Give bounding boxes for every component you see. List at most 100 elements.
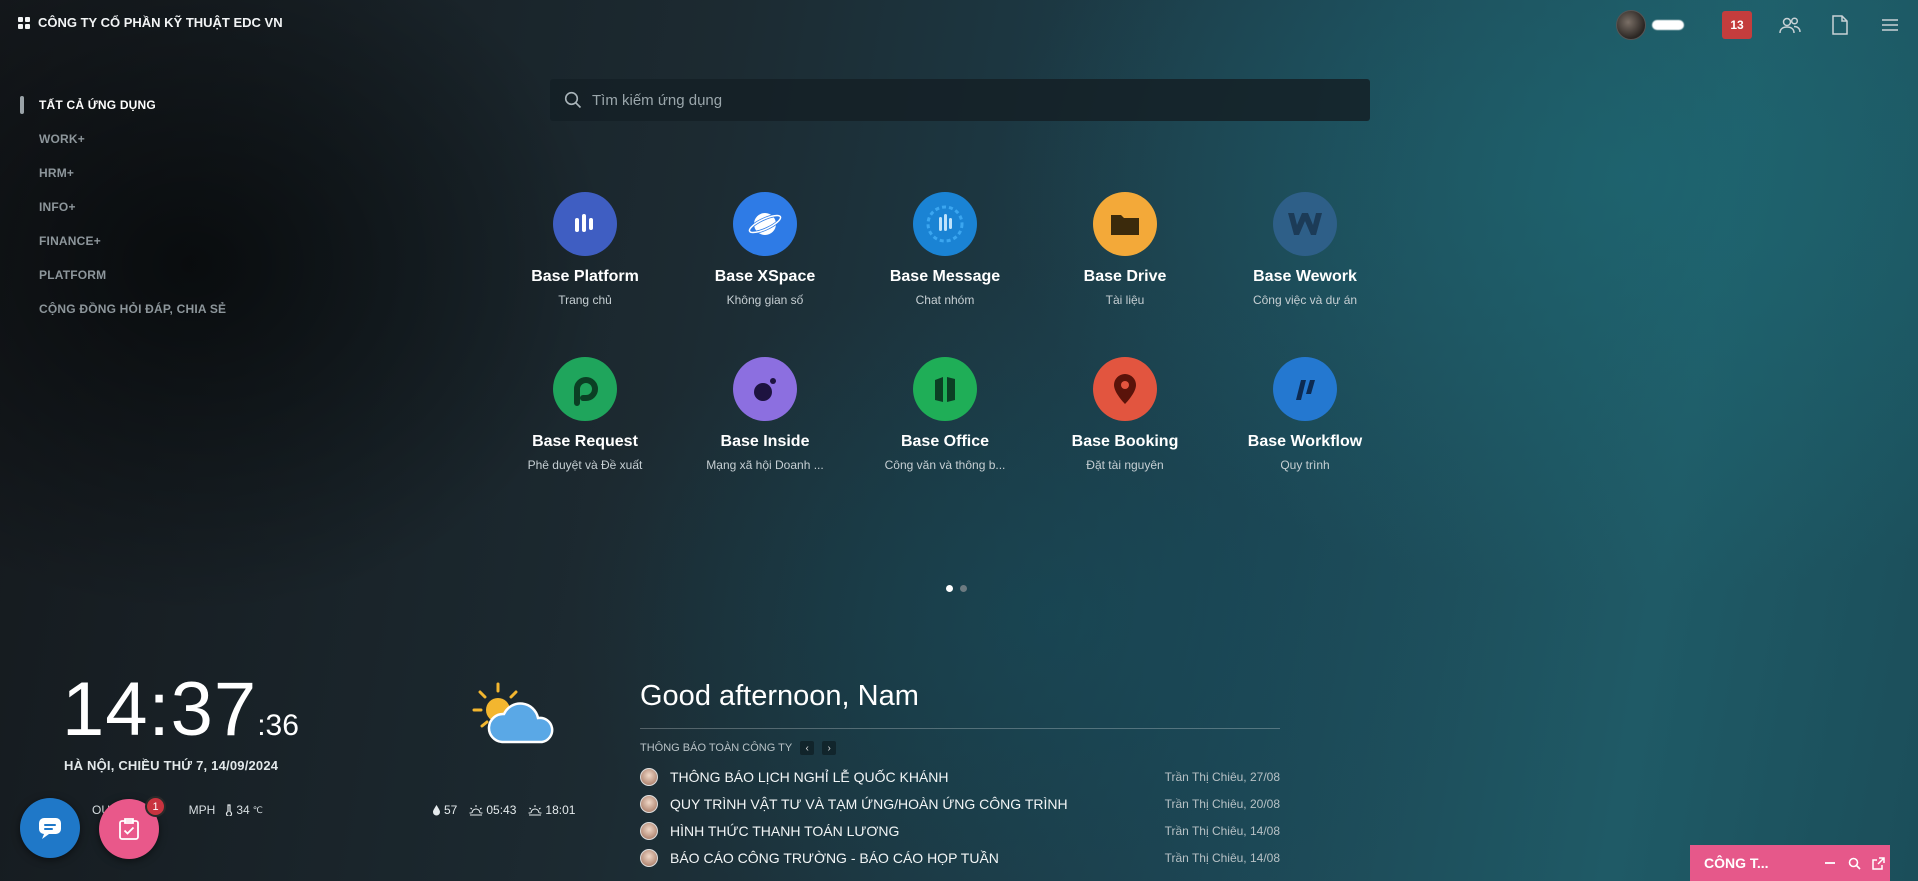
office-icon xyxy=(913,357,977,421)
app-subtitle: Quy trình xyxy=(1280,458,1330,472)
page-dot-1[interactable] xyxy=(946,585,953,592)
company-name: CÔNG TY CỔ PHẦN KỸ THUẬT EDC VN xyxy=(38,15,283,30)
app-base-office[interactable]: Base Office Công văn và thông b... xyxy=(855,357,1035,472)
apps-grid-icon xyxy=(18,16,30,29)
app-base-inside[interactable]: Base Inside Mạng xã hội Doanh ... xyxy=(675,357,855,472)
planet-icon xyxy=(733,192,797,256)
announcements-header: THÔNG BÁO TOÀN CÔNG TY ‹ › xyxy=(640,741,837,755)
announcement-title: BÁO CÁO CÔNG TRƯỜNG - BÁO CÁO HỌP TUẦN xyxy=(670,849,999,866)
app-base-drive[interactable]: Base Drive Tài liệu xyxy=(1035,192,1215,307)
list-item[interactable]: BÁO CÁO CÔNG TRƯỜNG - BÁO CÁO HỌP TUẦN T… xyxy=(640,844,1280,871)
greeting: Good afternoon, Nam xyxy=(640,680,919,712)
search-input[interactable] xyxy=(592,91,1370,109)
sidebar-item-community[interactable]: CỘNG ĐỒNG HỎI ĐÁP, CHIA SẺ xyxy=(20,292,226,326)
divider xyxy=(640,728,1280,729)
list-item[interactable]: HÌNH THỨC THANH TOÁN LƯƠNG Trần Thị Chiê… xyxy=(640,817,1280,844)
search-icon[interactable] xyxy=(1842,851,1866,875)
sunset-icon xyxy=(528,805,542,816)
minimize-icon[interactable] xyxy=(1818,851,1842,875)
menu-icon[interactable] xyxy=(1878,13,1902,37)
app-base-wework[interactable]: Base Wework Công việc và dự án xyxy=(1215,192,1395,307)
app-name: Base Wework xyxy=(1253,268,1357,285)
announcement-title: THÔNG BÁO LỊCH NGHỈ LỄ QUỐC KHÁNH xyxy=(670,768,949,785)
chat-bubble-icon xyxy=(39,818,61,839)
clock-date: HÀ NỘI, CHIỀU THỨ 7, 14/09/2024 xyxy=(64,758,279,773)
chat-window-bar[interactable]: CÔNG T... xyxy=(1690,845,1890,881)
page-indicator xyxy=(946,585,967,592)
weather-details: 57 05:43 18:01 xyxy=(432,803,575,817)
announcements-list: THÔNG BÁO LỊCH NGHỈ LỄ QUỐC KHÁNH Trần T… xyxy=(640,763,1280,871)
task-badge: 1 xyxy=(145,796,166,817)
base-platform-icon xyxy=(553,192,617,256)
inside-icon xyxy=(733,357,797,421)
author-avatar xyxy=(640,821,658,840)
sidebar-item-all-apps[interactable]: TẤT CẢ ỨNG DỤNG xyxy=(20,88,226,122)
app-name: Base Request xyxy=(532,433,638,450)
company-switcher[interactable]: CÔNG TY CỔ PHẦN KỸ THUẬT EDC VN xyxy=(18,15,283,30)
sidebar-item-finance[interactable]: FINANCE+ xyxy=(20,224,226,258)
wework-icon xyxy=(1273,192,1337,256)
people-icon[interactable] xyxy=(1778,13,1802,37)
workflow-icon xyxy=(1273,357,1337,421)
sidebar-item-hrm[interactable]: HRM+ xyxy=(20,156,226,190)
app-subtitle: Mạng xã hội Doanh ... xyxy=(706,458,824,472)
clipboard-check-icon xyxy=(119,818,139,840)
app-name: Base Platform xyxy=(531,268,639,285)
app-name: Base Booking xyxy=(1071,433,1179,450)
announcement-title: HÌNH THỨC THANH TOÁN LƯƠNG xyxy=(670,822,900,839)
app-base-message[interactable]: Base Message Chat nhóm xyxy=(855,192,1035,307)
announcement-meta: Trần Thị Chiêu, 27/08 xyxy=(1164,769,1280,784)
app-name: Base Office xyxy=(900,433,990,450)
droplet-icon xyxy=(433,805,440,816)
sunset: 18:01 xyxy=(528,803,575,817)
app-subtitle: Phê duyệt và Đề xuất xyxy=(527,458,643,472)
clock-seconds: :36 xyxy=(257,709,299,742)
humidity: 57 xyxy=(432,803,457,817)
message-icon xyxy=(913,192,977,256)
document-icon[interactable] xyxy=(1828,13,1852,37)
app-subtitle: Công việc và dự án xyxy=(1252,293,1358,307)
app-subtitle: Đặt tài nguyên xyxy=(1086,458,1164,472)
location-pin-icon xyxy=(1093,357,1157,421)
list-item[interactable]: QUY TRÌNH VẬT TƯ VÀ TẠM ỨNG/HOÀN ỨNG CÔN… xyxy=(640,790,1280,817)
app-name: Base XSpace xyxy=(714,268,816,285)
sidebar-item-work[interactable]: WORK+ xyxy=(20,122,226,156)
wind-speed: MPH xyxy=(188,803,216,817)
thermometer-icon xyxy=(226,804,233,816)
notification-badge[interactable]: 13 xyxy=(1722,11,1752,39)
app-base-workflow[interactable]: Base Workflow Quy trình xyxy=(1215,357,1395,472)
clock: 14:37:36 xyxy=(62,668,299,752)
announcement-meta: Trần Thị Chiêu, 14/08 xyxy=(1164,850,1280,865)
app-subtitle: Trang chủ xyxy=(558,293,612,307)
folder-icon xyxy=(1093,192,1157,256)
author-avatar xyxy=(640,767,658,786)
top-bar: CÔNG TY CỔ PHẦN KỸ THUẬT EDC VN 13 xyxy=(0,0,1918,48)
chat-window-title: CÔNG T... xyxy=(1704,855,1769,871)
user-name-redacted xyxy=(1652,20,1684,30)
app-subtitle: Tài liệu xyxy=(1105,293,1145,307)
app-search xyxy=(550,79,1370,121)
app-base-platform[interactable]: Base Platform Trang chủ xyxy=(495,192,675,307)
app-base-request[interactable]: Base Request Phê duyệt và Đề xuất xyxy=(495,357,675,472)
author-avatar xyxy=(640,794,658,813)
page-dot-2[interactable] xyxy=(960,585,967,592)
next-arrow-icon[interactable]: › xyxy=(822,741,837,755)
request-icon xyxy=(553,357,617,421)
app-subtitle: Chat nhóm xyxy=(915,293,975,307)
app-base-booking[interactable]: Base Booking Đặt tài nguyên xyxy=(1035,357,1215,472)
app-base-xspace[interactable]: Base XSpace Không gian số xyxy=(675,192,855,307)
sunrise: 05:43 xyxy=(469,803,516,817)
clock-time: 14:37 xyxy=(62,667,258,752)
prev-arrow-icon[interactable]: ‹ xyxy=(800,741,815,755)
announcement-meta: Trần Thị Chiêu, 14/08 xyxy=(1164,823,1280,838)
external-link-icon[interactable] xyxy=(1866,851,1890,875)
app-subtitle: Công văn và thông b... xyxy=(884,458,1006,472)
user-avatar[interactable] xyxy=(1616,10,1646,40)
app-name: Base Inside xyxy=(720,433,810,450)
list-item[interactable]: THÔNG BÁO LỊCH NGHỈ LỄ QUỐC KHÁNH Trần T… xyxy=(640,763,1280,790)
sidebar-item-info[interactable]: INFO+ xyxy=(20,190,226,224)
sunrise-icon xyxy=(469,805,483,816)
sidebar: TẤT CẢ ỨNG DỤNG WORK+ HRM+ INFO+ FINANCE… xyxy=(20,88,226,326)
chat-button[interactable] xyxy=(20,798,80,858)
sidebar-item-platform[interactable]: PLATFORM xyxy=(20,258,226,292)
